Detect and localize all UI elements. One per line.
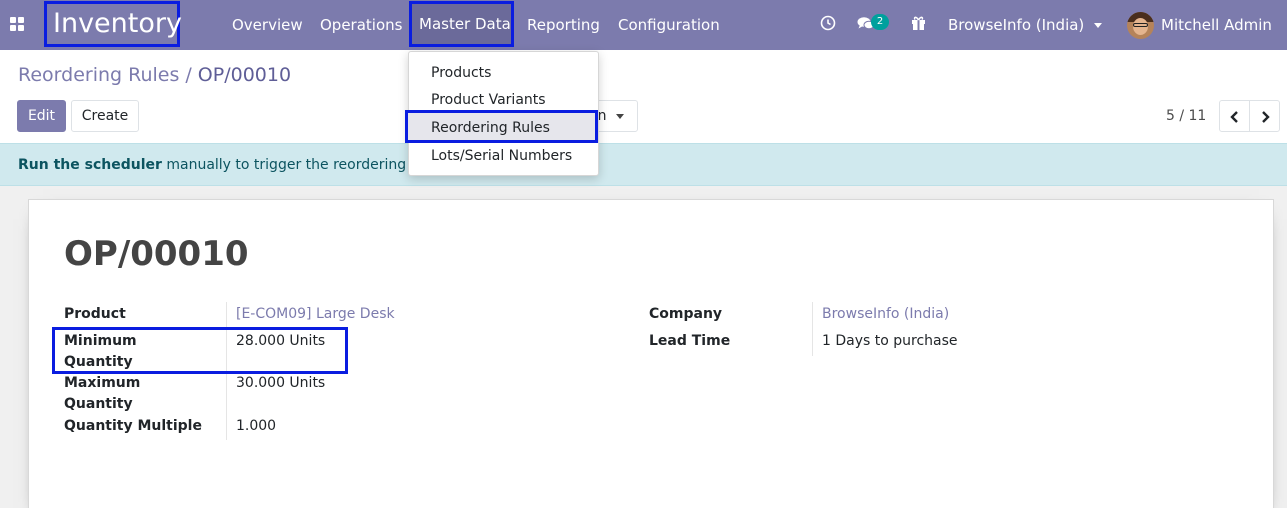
gift-icon[interactable] (911, 15, 926, 35)
lead-time-label: Lead Time (649, 333, 731, 349)
dropdown-item-label: Reordering Rules (431, 120, 550, 136)
pager-previous-button[interactable] (1219, 100, 1250, 132)
menu-overview[interactable]: Overview (232, 0, 303, 50)
minimum-quantity-label: Minimum Quantity (64, 333, 137, 370)
app-title[interactable]: Inventory (44, 1, 182, 47)
quantity-multiple-value: 1.000 (236, 418, 277, 434)
alert-text: manually to trigger the reordering (166, 157, 407, 173)
dropdown-item-products[interactable]: Products (431, 65, 491, 81)
company-value-link[interactable]: BrowseInfo (India) (822, 304, 949, 325)
quantity-multiple-label: Quantity Multiple (64, 418, 202, 434)
chevron-down-icon (1094, 23, 1103, 28)
chevron-right-icon (1262, 111, 1270, 123)
chevron-down-icon (616, 113, 625, 119)
maximum-quantity-value: 30.000 Units (236, 375, 326, 391)
lead-time-value: 1 Days to purchase (822, 333, 958, 349)
dropdown-item-reordering-rules[interactable]: Reordering Rules (405, 110, 598, 143)
company-switcher[interactable]: BrowseInfo (India) (948, 0, 1103, 50)
breadcrumb-parent-link[interactable]: Reordering Rules (18, 64, 179, 86)
edit-button[interactable]: Edit (17, 100, 66, 132)
menu-configuration[interactable]: Configuration (618, 0, 720, 50)
menu-reporting[interactable]: Reporting (527, 0, 600, 50)
pager-next-button[interactable] (1249, 100, 1280, 132)
dropdown-item-lots-serial-numbers[interactable]: Lots/Serial Numbers (431, 148, 572, 164)
dropdown-item-product-variants[interactable]: Product Variants (431, 92, 546, 108)
top-navbar: Inventory Overview Operations Master Dat… (0, 0, 1287, 50)
user-name[interactable]: Mitchell Admin (1161, 0, 1272, 50)
menu-operations[interactable]: Operations (320, 0, 402, 50)
create-button[interactable]: Create (71, 100, 139, 132)
notification-badge: 2 (871, 14, 889, 30)
breadcrumb: Reordering Rules / OP/00010 (18, 64, 291, 86)
minimum-quantity-value: 28.000 Units (236, 333, 326, 349)
scheduler-alert: Run the scheduler manually to trigger th… (0, 143, 1287, 186)
breadcrumb-current: OP/00010 (197, 64, 292, 86)
right-group-divider (812, 302, 813, 356)
apps-grid-icon[interactable] (10, 17, 24, 31)
alert-link[interactable]: Run the scheduler (18, 157, 162, 173)
breadcrumb-separator: / (185, 64, 192, 86)
user-avatar[interactable] (1127, 12, 1154, 39)
record-title: OP/00010 (64, 234, 249, 274)
product-label: Product (64, 306, 126, 322)
chevron-left-icon (1230, 111, 1238, 123)
activity-clock-icon[interactable] (820, 15, 836, 35)
pager-value[interactable]: 5 / 11 (1166, 108, 1206, 124)
company-name: BrowseInfo (India) (948, 16, 1085, 34)
product-value-link[interactable]: [E-COM09] Large Desk (236, 304, 395, 325)
maximum-quantity-label: Maximum Quantity (64, 375, 141, 412)
left-group-divider (226, 302, 227, 440)
menu-master-data[interactable]: Master Data (409, 1, 514, 47)
company-label: Company (649, 306, 723, 322)
